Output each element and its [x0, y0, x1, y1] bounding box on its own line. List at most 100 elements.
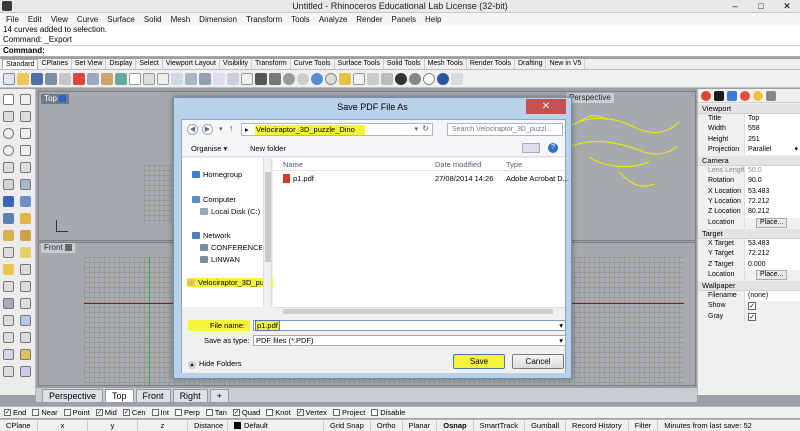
object-properties-icon[interactable] [367, 72, 379, 85]
materials-tab-icon[interactable] [740, 90, 750, 101]
extrude-surface-icon[interactable] [20, 179, 31, 190]
refresh-icon[interactable]: ↻ [422, 124, 429, 133]
maximize-button[interactable]: □ [748, 0, 774, 12]
menu-help[interactable]: Help [425, 15, 441, 24]
smarttrack-toggle[interactable]: SmartTrack [474, 419, 526, 431]
tab-surface-tools[interactable]: Surface Tools [335, 59, 384, 69]
tab-solid-tools[interactable]: Solid Tools [384, 59, 425, 69]
light-bulb-icon[interactable] [339, 72, 351, 85]
sphere-solid-icon[interactable] [20, 196, 31, 207]
command-prompt-input[interactable]: Command: [0, 45, 800, 56]
tab-cplanes[interactable]: CPlanes [38, 59, 72, 69]
ground-plane-icon[interactable] [437, 72, 449, 85]
record-history-toggle[interactable]: Record History [566, 419, 629, 431]
cancel-button[interactable]: Cancel [512, 354, 564, 369]
rotate-icon[interactable] [3, 315, 14, 326]
x-location-field[interactable]: 53.483 [744, 186, 800, 198]
osnap-knot[interactable]: Knot [266, 408, 291, 417]
block-icon[interactable] [20, 349, 31, 360]
tab-front[interactable]: Front [135, 389, 171, 402]
zoom-icon[interactable] [157, 72, 169, 85]
file-name-input[interactable]: p1.pdf ▾ [253, 320, 566, 331]
menu-edit[interactable]: Edit [28, 15, 42, 24]
mirror-icon[interactable] [3, 332, 14, 343]
fillet-icon[interactable] [3, 247, 14, 258]
tab-perspective[interactable]: Perspective [42, 389, 104, 402]
scrollbar-thumb[interactable] [283, 309, 553, 314]
menu-surface[interactable]: Surface [107, 15, 135, 24]
render-tool-icon[interactable] [3, 366, 14, 377]
column-type[interactable]: Type [506, 160, 522, 169]
tab-new-in-v5[interactable]: New in V5 [546, 59, 586, 69]
dialog-close-button[interactable]: ✕ [526, 99, 566, 114]
view-options-icon[interactable] [522, 143, 540, 153]
save-as-type-select[interactable]: PDF files (*.PDF) ▾ [253, 335, 566, 346]
wallpaper-filename-field[interactable]: (none) [744, 291, 800, 302]
copy-object-icon[interactable] [20, 298, 31, 309]
group-icon[interactable] [20, 281, 31, 292]
point-icon[interactable] [20, 94, 31, 105]
osnap-project[interactable]: Project [332, 408, 365, 417]
tab-set-view[interactable]: Set View [72, 59, 107, 69]
copy-icon[interactable] [87, 72, 99, 85]
properties-tab-icon[interactable] [701, 90, 711, 101]
xray-sphere-icon[interactable] [311, 72, 323, 85]
move-icon[interactable] [3, 298, 14, 309]
chevron-down-icon[interactable]: ▾ [559, 336, 565, 345]
print-icon[interactable] [45, 72, 57, 85]
dimension-tool-icon[interactable] [20, 366, 31, 377]
organise-button[interactable]: Organise ▾ [191, 144, 227, 153]
tab-visibility[interactable]: Visibility [220, 59, 253, 69]
display-tab-icon[interactable] [727, 90, 737, 101]
menu-transform[interactable]: Transform [246, 15, 282, 24]
nav-velociraptor-folder[interactable]: Velociraptor_3D_pu... [187, 278, 275, 287]
minimize-button[interactable]: – [722, 0, 748, 12]
menu-render[interactable]: Render [356, 15, 382, 24]
osnap-int[interactable]: Int [151, 408, 169, 417]
osnap-point[interactable]: Point [63, 408, 90, 417]
perspective-viewport-label[interactable]: Perspective [566, 93, 614, 103]
search-input[interactable]: Search Velociraptor_3D_puzzl... [447, 123, 563, 136]
save-icon[interactable] [31, 72, 43, 85]
nav-computer[interactable]: Computer [192, 195, 236, 204]
osnap-quad[interactable]: ✓ Quad [232, 408, 260, 417]
nav-network[interactable]: Network [192, 231, 231, 240]
menu-mesh[interactable]: Mesh [171, 15, 191, 24]
menu-dimension[interactable]: Dimension [199, 15, 237, 24]
surface-corner-icon[interactable] [3, 179, 14, 190]
camera-place-button[interactable]: Place... [756, 217, 788, 228]
z-location-field[interactable]: 80.212 [744, 207, 800, 218]
chevron-down-icon[interactable]: ▾ [219, 125, 223, 133]
rectangle-icon[interactable] [20, 145, 31, 156]
cplane-icon[interactable] [241, 72, 253, 85]
mesh-tools-icon[interactable] [20, 213, 31, 224]
array-icon[interactable] [20, 332, 31, 343]
osnap-disable[interactable]: Disable [371, 408, 405, 417]
ortho-toggle[interactable]: Ortho [371, 419, 403, 431]
wireframe-icon[interactable] [255, 72, 267, 85]
osnap-mid[interactable]: ✓ Mid [95, 408, 117, 417]
mesh-box-icon[interactable] [3, 213, 14, 224]
address-bar[interactable]: ▸ Velociraptor_3D_puzzle_Dino ▾ ↻ [241, 123, 433, 136]
dimension-icon[interactable] [3, 230, 14, 241]
height-field[interactable]: 251 [744, 134, 800, 145]
viewport-menu-arrow-icon[interactable] [64, 244, 72, 251]
target-place-button[interactable]: Place... [756, 269, 788, 280]
rotate-view-icon[interactable] [143, 72, 155, 85]
help-icon[interactable] [451, 72, 463, 85]
show-checkbox[interactable]: ✓ [748, 302, 756, 311]
projection-select[interactable]: Parallel ▾ [744, 144, 800, 156]
breadcrumb-folder[interactable]: Velociraptor_3D_puzzle_Dino [256, 125, 355, 135]
ghosted-sphere-icon[interactable] [297, 72, 309, 85]
forward-arrow-icon[interactable]: ▶ [202, 124, 213, 135]
tab-drafting[interactable]: Drafting [515, 59, 547, 69]
technical-sphere-icon[interactable] [325, 72, 337, 85]
menu-curve[interactable]: Curve [77, 15, 98, 24]
select-arrow-icon[interactable] [3, 94, 14, 105]
gumball-toggle[interactable]: Gumball [525, 419, 566, 431]
nav-linwan[interactable]: LINWAN [200, 255, 240, 264]
back-arrow-icon[interactable]: ◀ [187, 124, 198, 135]
rotation-field[interactable]: 90.0 [744, 176, 800, 187]
navigation-scrollbar[interactable] [263, 158, 271, 307]
osnap-vertex[interactable]: ✓ Vertex [296, 408, 327, 417]
